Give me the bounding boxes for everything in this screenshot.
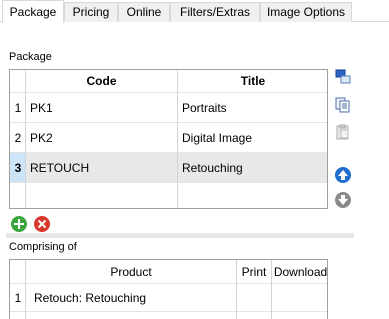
column-header-product[interactable]: Product: [26, 260, 236, 283]
grid-divider: [236, 260, 237, 319]
comprising-section-label: Comprising of: [9, 241, 77, 253]
package-grid[interactable]: Code Title 1 PK1 Portraits 2 PK2 Digital…: [9, 69, 328, 209]
package-code-cell[interactable]: PK1: [26, 93, 177, 122]
package-editor: Package Pricing Online Filters/Extras Im…: [0, 0, 389, 319]
grid-divider: [25, 260, 26, 319]
product-cell[interactable]: Retouch: Retouching: [30, 284, 236, 311]
copy-icon[interactable]: [335, 97, 351, 113]
section-divider: [6, 233, 354, 238]
package-title-cell[interactable]: Retouching: [178, 153, 327, 182]
package-row[interactable]: 1 PK1 Portraits: [10, 93, 327, 123]
tab-strip: Package Pricing Online Filters/Extras Im…: [0, 0, 389, 23]
tab-online[interactable]: Online: [118, 2, 170, 22]
delete-icon[interactable]: [34, 216, 50, 232]
grid-divider: [25, 70, 26, 208]
package-title-cell[interactable]: Portraits: [178, 93, 327, 122]
new-package-icon[interactable]: [335, 69, 351, 85]
row-number: 1: [14, 290, 22, 305]
package-grid-header: Code Title: [10, 70, 327, 93]
tab-pricing[interactable]: Pricing: [64, 2, 118, 22]
comprising-grid[interactable]: Product Print Download 1 Retouch: Retouc…: [9, 259, 328, 319]
move-up-icon[interactable]: [335, 167, 351, 183]
grid-divider: [271, 260, 272, 319]
move-down-icon[interactable]: [335, 192, 351, 208]
comprising-grid-header: Product Print Download: [10, 260, 327, 284]
column-header-print[interactable]: Print: [237, 260, 271, 283]
comprising-row[interactable]: 1 Retouch: Retouching: [10, 284, 327, 312]
row-number: 1: [14, 100, 22, 115]
column-header-download[interactable]: Download: [272, 260, 327, 283]
package-code-cell[interactable]: PK2: [26, 123, 177, 152]
row-number: 2: [14, 130, 22, 145]
row-number: 3: [10, 153, 26, 182]
column-header-title[interactable]: Title: [178, 70, 327, 92]
tab-filters-extras[interactable]: Filters/Extras: [170, 2, 260, 22]
package-row-selected[interactable]: 3 RETOUCH Retouching: [10, 153, 327, 183]
tab-image-options[interactable]: Image Options: [260, 2, 352, 22]
add-icon[interactable]: [11, 216, 27, 232]
tab-package[interactable]: Package: [2, 0, 64, 23]
package-code-cell[interactable]: RETOUCH: [26, 153, 177, 182]
package-row[interactable]: 2 PK2 Digital Image: [10, 123, 327, 153]
grid-divider: [177, 70, 178, 208]
column-header-code[interactable]: Code: [26, 70, 177, 92]
package-section-label: Package: [9, 51, 52, 63]
paste-icon[interactable]: [335, 124, 351, 140]
package-title-cell[interactable]: Digital Image: [178, 123, 327, 152]
